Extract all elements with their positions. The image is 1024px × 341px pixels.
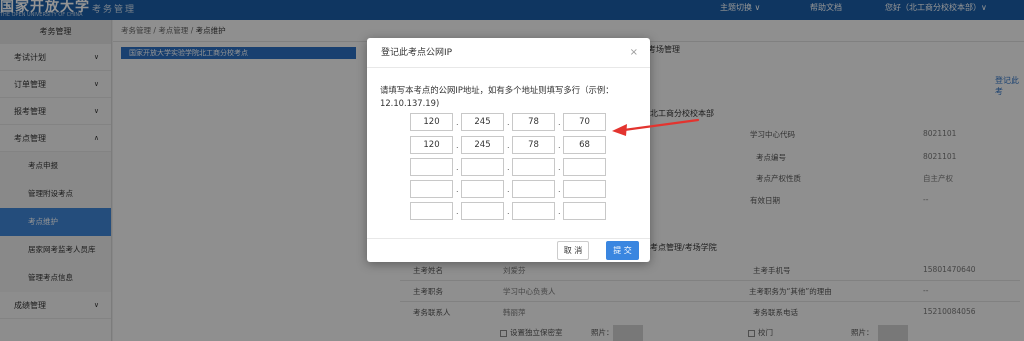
ip-octet-input[interactable]: [563, 158, 606, 176]
ip-dot-separator: .: [456, 118, 459, 127]
ip-octet-input[interactable]: [461, 158, 504, 176]
dialog-title: 登记此考点公网IP: [381, 48, 453, 58]
ip-dot-separator: .: [507, 207, 510, 216]
ip-octet-input[interactable]: [461, 113, 504, 131]
ip-octet-input[interactable]: [410, 158, 453, 176]
ip-octet-input[interactable]: [461, 202, 504, 220]
ip-dot-separator: .: [507, 118, 510, 127]
ip-octet-input[interactable]: [410, 202, 453, 220]
dialog-instructions: 请填写本考点的公网IP地址，如有多个地址则填写多行（示例：12.10.137.1…: [380, 85, 614, 108]
ip-octet-input[interactable]: [563, 113, 606, 131]
ip-octet-input[interactable]: [512, 202, 555, 220]
close-icon[interactable]: ×: [630, 38, 638, 68]
ip-octet-input[interactable]: [563, 136, 606, 154]
ip-octet-input[interactable]: [563, 180, 606, 198]
submit-button[interactable]: 提 交: [606, 241, 639, 260]
cancel-button[interactable]: 取 消: [557, 241, 589, 260]
dialog-footer-divider: [367, 238, 650, 239]
ip-octet-input[interactable]: [512, 136, 555, 154]
ip-octet-input[interactable]: [410, 180, 453, 198]
ip-octet-input[interactable]: [410, 113, 453, 131]
ip-dot-separator: .: [456, 185, 459, 194]
ip-dot-separator: .: [558, 207, 561, 216]
ip-dot-separator: .: [558, 185, 561, 194]
ip-octet-input[interactable]: [410, 136, 453, 154]
ip-dot-separator: .: [558, 163, 561, 172]
ip-register-dialog: 登记此考点公网IP × 请填写本考点的公网IP地址，如有多个地址则填写多行（示例…: [367, 38, 650, 262]
ip-dot-separator: .: [507, 163, 510, 172]
ip-octet-input[interactable]: [512, 113, 555, 131]
dialog-header: 登记此考点公网IP ×: [367, 38, 650, 68]
ip-octet-input[interactable]: [461, 136, 504, 154]
ip-dot-separator: .: [456, 141, 459, 150]
ip-octet-input[interactable]: [512, 158, 555, 176]
ip-octet-input[interactable]: [563, 202, 606, 220]
annotation-arrow-icon: [612, 118, 700, 136]
ip-dot-separator: .: [507, 141, 510, 150]
ip-dot-separator: .: [558, 141, 561, 150]
ip-octet-input[interactable]: [512, 180, 555, 198]
ip-dot-separator: .: [558, 118, 561, 127]
ip-dot-separator: .: [456, 207, 459, 216]
ip-dot-separator: .: [507, 185, 510, 194]
ip-octet-input[interactable]: [461, 180, 504, 198]
ip-dot-separator: .: [456, 163, 459, 172]
